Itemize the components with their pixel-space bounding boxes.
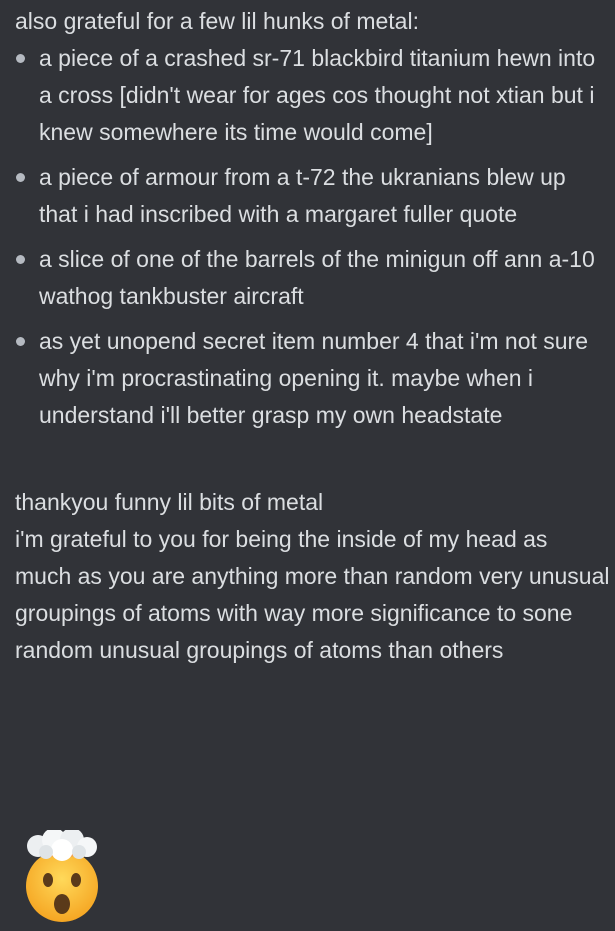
bullet-icon — [16, 337, 25, 346]
bullet-icon — [16, 173, 25, 182]
exploding-head-icon[interactable] — [16, 830, 108, 925]
bullet-list: a piece of a crashed sr-71 blackbird tit… — [15, 40, 610, 434]
chat-message: also grateful for a few lil hunks of met… — [15, 3, 610, 669]
list-item: a piece of armour from a t-72 the ukrani… — [15, 159, 610, 233]
message-intro: also grateful for a few lil hunks of met… — [15, 8, 419, 34]
list-item-text: as yet unopend secret item number 4 that… — [39, 328, 589, 428]
bullet-icon — [16, 54, 25, 63]
list-item: as yet unopend secret item number 4 that… — [15, 323, 610, 434]
list-item-text: a slice of one of the barrels of the min… — [39, 246, 595, 309]
bullet-icon — [16, 255, 25, 264]
list-item: a piece of a crashed sr-71 blackbird tit… — [15, 40, 610, 151]
message-paragraph: i'm grateful to you for being the inside… — [15, 526, 610, 663]
message-paragraph: thankyou funny lil bits of metal — [15, 489, 324, 515]
list-item-text: a piece of a crashed sr-71 blackbird tit… — [39, 45, 596, 145]
list-item-text: a piece of armour from a t-72 the ukrani… — [39, 164, 566, 227]
list-item: a slice of one of the barrels of the min… — [15, 241, 610, 315]
